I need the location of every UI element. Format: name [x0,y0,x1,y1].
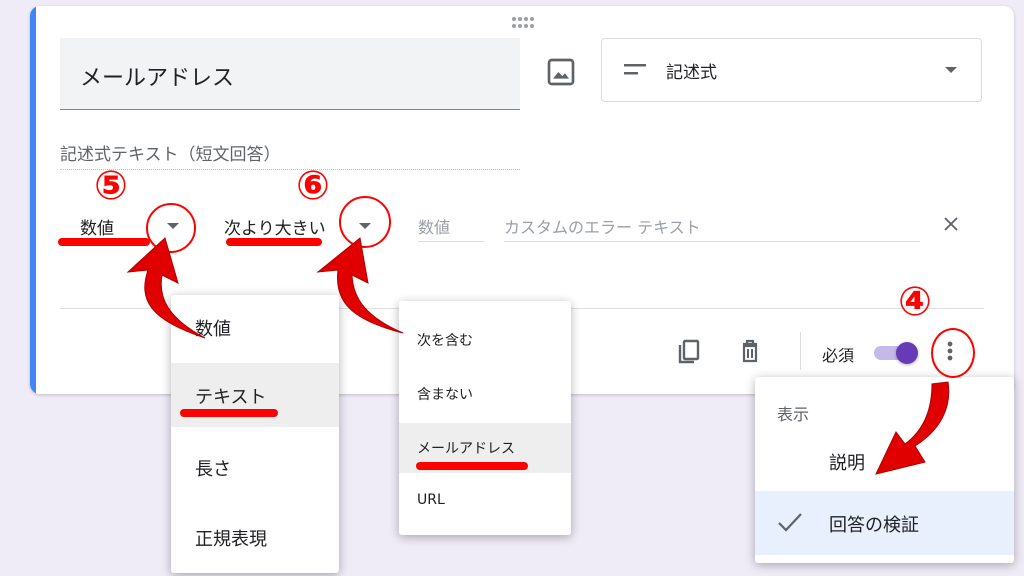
menu-item-label: 数値 [195,319,231,340]
menu-item-label: 長さ [195,459,231,480]
question-title-text: メールアドレス [80,66,235,91]
annotation-underline-type [58,238,150,246]
annotation-step-5: ⑤ [94,163,128,209]
menu-item-label: 次を含む [417,333,473,349]
menu-item-regex[interactable]: 正規表現 [171,505,339,569]
drag-handle-icon[interactable] [510,16,534,30]
add-image-icon[interactable] [545,56,577,88]
short-answer-icon [624,64,646,75]
close-icon[interactable] [940,213,962,235]
menu-item-length[interactable]: 長さ [171,435,339,499]
annotation-underline-email [416,462,528,470]
menu-item-number[interactable]: 数値 [171,295,339,363]
menu-item-label: 回答の検証 [829,515,919,536]
question-type-label: 記述式 [666,63,717,83]
annotation-underline-condition [226,238,322,246]
menu-item-label: URL [417,492,445,508]
menu-item-url[interactable]: URL [399,477,571,527]
answer-placeholder: 記述式テキスト（短文回答） [60,140,520,170]
menu-item-contains[interactable]: 次を含む [399,313,571,365]
menu-item-label: メールアドレス [417,441,515,457]
annotation-step-4: ④ [898,279,932,325]
annotation-circle-condition [339,196,391,248]
menu-item-label: テキスト [195,387,267,408]
copy-icon[interactable] [674,336,704,366]
chevron-down-icon [945,67,957,73]
question-type-dropdown[interactable]: 記述式 [601,38,982,102]
check-icon [778,513,802,532]
annotation-step-6: ⑥ [296,163,330,209]
validation-type-value[interactable]: 数値 [80,214,114,239]
menu-item-label: 説明 [829,453,865,474]
card-accent-bar [30,6,36,394]
menu-item-not-contains[interactable]: 含まない [399,367,571,419]
annotation-circle-more [931,328,975,378]
menu-section-header: 表示 [777,405,810,424]
menu-item-label: 正規表現 [195,529,267,550]
menu-item-description[interactable]: 説明 [755,437,1014,483]
question-title-input[interactable]: メールアドレス [60,38,520,110]
annotation-underline-text [180,409,278,417]
validation-type-menu: 数値 テキスト 長さ 正規表現 [171,295,339,573]
custom-error-input[interactable]: カスタムのエラー テキスト [504,214,920,242]
text-condition-menu: 次を含む 含まない メールアドレス URL [399,301,571,535]
more-options-menu: 表示 説明 回答の検証 [755,377,1014,563]
validation-number-input[interactable]: 数値 [418,214,484,242]
footer-separator [800,332,801,370]
menu-item-response-validation[interactable]: 回答の検証 [755,491,1014,555]
required-label: 必須 [822,346,855,365]
validation-condition-value[interactable]: 次より大きい [224,214,326,239]
menu-item-text[interactable]: テキスト [171,363,339,427]
trash-icon[interactable] [735,336,765,366]
required-toggle-knob[interactable] [896,342,918,364]
annotation-circle-type [146,203,196,253]
menu-item-label: 含まない [417,387,473,403]
